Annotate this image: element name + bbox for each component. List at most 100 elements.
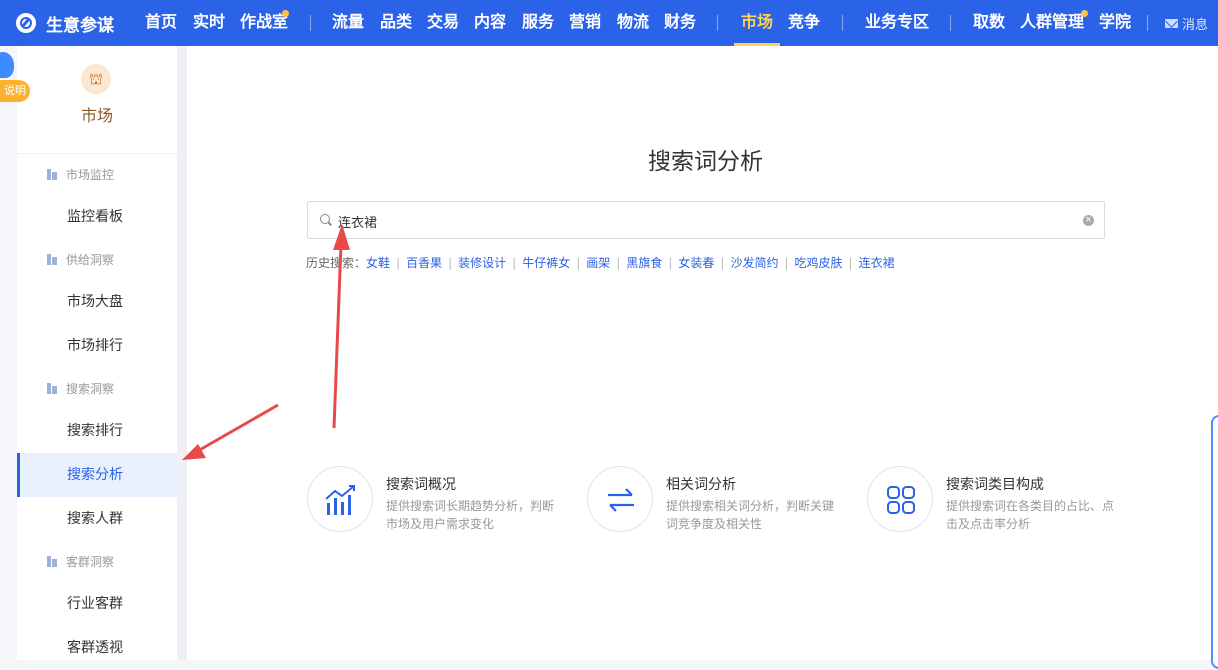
market-building-icon: ⛫	[81, 64, 111, 94]
sidebar-item-customer-perspective[interactable]: 客群透视	[17, 626, 177, 670]
history-divider: |	[848, 256, 853, 270]
history-divider: |	[784, 256, 789, 270]
nav-business-zone[interactable]: 业务专区	[865, 0, 929, 46]
nav-content[interactable]: 内容	[474, 0, 506, 46]
top-nav-bar: 生意参谋 首页 实时 作战室 流量 品类 交易 内容 服务 营销 物流 财务 市…	[0, 0, 1218, 46]
group-label: 搜索洞察	[66, 381, 115, 396]
brand-name: 生意参谋	[46, 15, 114, 36]
nav-divider	[1147, 15, 1148, 31]
help-badge[interactable]: 说明	[0, 48, 34, 108]
sidebar-item-industry-customers[interactable]: 行业客群	[17, 582, 177, 626]
history-divider: |	[512, 256, 517, 270]
nav-home[interactable]: 首页	[145, 0, 177, 46]
history-divider: |	[720, 256, 725, 270]
crowd-notify-dot	[1081, 10, 1088, 17]
nav-marketing[interactable]: 营销	[569, 0, 601, 46]
group-label: 客群洞察	[66, 554, 115, 569]
nav-trade[interactable]: 交易	[427, 0, 459, 46]
nav-finance[interactable]: 财务	[664, 0, 696, 46]
history-divider: |	[576, 256, 581, 270]
feature-title: 搜索词概况	[386, 477, 456, 493]
building-icon	[47, 253, 57, 265]
history-term[interactable]: 黑旗食	[626, 256, 662, 270]
history-term[interactable]: 吃鸡皮肤	[795, 256, 843, 270]
sidebar-item-search-crowd[interactable]: 搜索人群	[17, 497, 177, 541]
group-label: 供给洞察	[66, 252, 115, 267]
help-label: 说明	[0, 80, 30, 102]
main-content: 搜索词分析 × 历史搜索：女鞋 | 百香果 | 装修设计 | 牛仔裤女 | 画架 | 黑旗食 | 女装春…	[187, 46, 1218, 660]
nav-category[interactable]: 品类	[380, 0, 412, 46]
messages-label: 消息	[1182, 17, 1209, 33]
search-box[interactable]: ×	[307, 201, 1105, 239]
war-room-notify-dot	[282, 10, 289, 17]
feature-category-composition[interactable]: 搜索词类目构成 提供搜索词在各类目的占比、点击及点击率分析	[867, 466, 1137, 536]
history-term[interactable]: 牛仔裤女	[522, 256, 570, 270]
sidebar: ⛫ 市场 市场监控 监控看板 供给洞察 市场大盘 市场排行 搜索洞察 搜索排行 …	[17, 46, 177, 660]
feature-icon-circle	[587, 466, 653, 532]
history-term[interactable]: 沙发简约	[730, 256, 778, 270]
nav-service[interactable]: 服务	[522, 0, 554, 46]
building-icon	[47, 555, 57, 567]
clear-icon[interactable]: ×	[1083, 215, 1094, 226]
group-label: 市场监控	[66, 167, 115, 182]
feature-search-overview[interactable]: 搜索词概况 提供搜索词长期趋势分析，判断市场及用户需求变化	[307, 466, 577, 536]
history-term[interactable]: 连衣裙	[859, 256, 895, 270]
nav-war-room[interactable]: 作战室	[240, 0, 288, 46]
nav-logistics[interactable]: 物流	[617, 0, 649, 46]
nav-divider	[310, 15, 311, 31]
history-term[interactable]: 女鞋	[366, 256, 390, 270]
trend-chart-icon	[325, 485, 355, 515]
feature-icon-circle	[867, 466, 933, 532]
side-panel-edge[interactable]	[1211, 415, 1218, 669]
sidebar-item-search-analysis[interactable]: 搜索分析	[17, 453, 177, 497]
history-label: 历史搜索：	[306, 256, 367, 270]
nav-realtime[interactable]: 实时	[193, 0, 225, 46]
history-term[interactable]: 女装春	[678, 256, 714, 270]
grid-icon	[887, 486, 915, 514]
nav-traffic[interactable]: 流量	[332, 0, 364, 46]
search-history: 历史搜索：女鞋 | 百香果 | 装修设计 | 牛仔裤女 | 画架 | 黑旗食 | 女装春 | 沙发简约 | 吃鸡…	[306, 254, 895, 271]
feature-title: 搜索词类目构成	[946, 477, 1044, 493]
feature-desc: 提供搜索相关词分析，判断关键词竞争度及相关性	[666, 499, 835, 531]
history-term[interactable]: 装修设计	[458, 256, 506, 270]
nav-divider	[950, 15, 951, 31]
history-divider: |	[668, 256, 673, 270]
sidebar-item-market-ranking[interactable]: 市场排行	[17, 324, 177, 368]
sidebar-scroll-track[interactable]	[177, 46, 187, 660]
sidebar-header: ⛫ 市场	[17, 46, 177, 154]
group-customer-insight: 客群洞察	[47, 551, 114, 571]
sidebar-item-monitor-board[interactable]: 监控看板	[17, 195, 177, 239]
group-supply-insight: 供给洞察	[47, 249, 114, 269]
nav-market[interactable]: 市场	[741, 0, 773, 46]
building-icon	[47, 382, 57, 394]
history-divider: |	[616, 256, 621, 270]
sidebar-item-market-overview[interactable]: 市场大盘	[17, 280, 177, 324]
sidebar-title: 市场	[80, 106, 113, 125]
feature-desc: 提供搜索词在各类目的占比、点击及点击率分析	[946, 499, 1115, 531]
brand[interactable]: 生意参谋	[16, 0, 114, 46]
feature-related-words[interactable]: 相关词分析 提供搜索相关词分析，判断关键词竞争度及相关性	[587, 466, 857, 536]
building-icon	[47, 168, 57, 180]
nav-academy[interactable]: 学院	[1099, 0, 1131, 46]
nav-competition[interactable]: 竞争	[788, 0, 820, 46]
nav-divider	[842, 15, 843, 31]
feature-desc: 提供搜索词长期趋势分析，判断市场及用户需求变化	[386, 499, 555, 531]
search-icon	[320, 214, 330, 224]
history-divider: |	[448, 256, 453, 270]
page-title: 搜索词分析	[648, 149, 763, 175]
robot-mascot-icon	[0, 52, 14, 78]
nav-data-fetch[interactable]: 取数	[973, 0, 1005, 46]
messages-button[interactable]: 消息	[1165, 0, 1208, 46]
search-input[interactable]	[336, 210, 1080, 232]
compass-logo-icon	[16, 13, 36, 33]
history-term[interactable]: 画架	[586, 256, 610, 270]
feature-icon-circle	[307, 466, 373, 532]
nav-crowd-management[interactable]: 人群管理	[1020, 0, 1084, 46]
group-search-insight: 搜索洞察	[47, 378, 114, 398]
history-divider: |	[396, 256, 401, 270]
feature-title: 相关词分析	[666, 477, 736, 493]
mail-icon	[1165, 18, 1178, 28]
sidebar-item-search-ranking[interactable]: 搜索排行	[17, 409, 177, 453]
history-term[interactable]: 百香果	[406, 256, 442, 270]
nav-divider	[717, 15, 718, 31]
